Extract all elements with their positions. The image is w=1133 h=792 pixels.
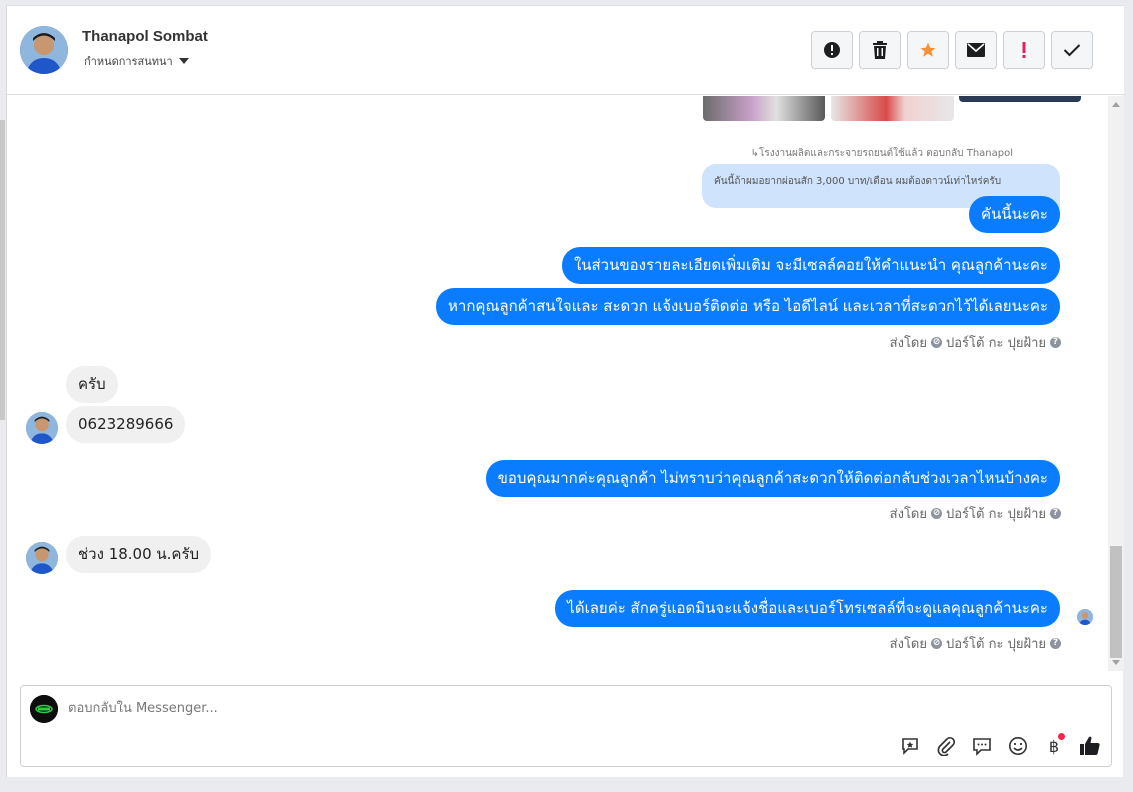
- envelope-icon: [967, 43, 985, 57]
- attach-button[interactable]: [935, 735, 957, 757]
- reply-context-label: ↳โรงงานผลิตและกระจายรถยนต์ใช้แล้ว ตอบกลั…: [750, 148, 1013, 159]
- seen-avatar: [1077, 609, 1093, 625]
- mark-spam-button[interactable]: [811, 31, 853, 69]
- message-bubble-incoming[interactable]: 0623289666: [66, 406, 186, 443]
- chat-bubble-icon: [973, 738, 991, 756]
- contact-avatar-small[interactable]: [26, 412, 58, 444]
- baht-payment-icon: ฿: [1048, 736, 1060, 756]
- page-avatar: [30, 695, 58, 723]
- saved-reply-icon: [902, 738, 918, 755]
- conversation-header: Thanapol Sombat กำหนดการสนทนา: [7, 6, 1124, 95]
- message-bubble-incoming[interactable]: ครับ: [66, 366, 118, 403]
- message-bubble-outgoing[interactable]: หากคุณลูกค้าสนใจและ สะดวก แจ้งเบอร์ติดต่…: [436, 288, 1060, 325]
- attachment-icon: [937, 736, 956, 756]
- reply-input[interactable]: [68, 696, 768, 720]
- attached-image[interactable]: [959, 96, 1081, 102]
- delete-button[interactable]: [859, 31, 901, 69]
- message-bubble-incoming[interactable]: ช่วง 18.00 น.ครับ: [66, 536, 212, 573]
- blocked-icon: ⊘: [931, 638, 942, 649]
- chat-template-button[interactable]: [971, 735, 993, 757]
- message-scrollbar[interactable]: [1108, 96, 1124, 671]
- check-icon: [1063, 44, 1081, 57]
- contact-avatar-small[interactable]: [26, 542, 58, 574]
- scroll-thumb[interactable]: [1110, 546, 1122, 658]
- help-icon[interactable]: ?: [1050, 508, 1061, 519]
- message-bubble-outgoing[interactable]: ขอบคุณมากค่ะคุณลูกค้า ไม่ทราบว่าคุณลูกค้…: [485, 460, 1060, 497]
- assign-label: กำหนดการสนทนา: [84, 55, 173, 68]
- saved-reply-button[interactable]: [899, 735, 921, 757]
- attached-image[interactable]: [703, 96, 825, 121]
- scroll-down-arrow-icon[interactable]: [1112, 660, 1120, 665]
- composer-toolbar: ฿: [899, 733, 1101, 757]
- sent-by-prefix: ส่งโดย: [889, 336, 927, 351]
- help-icon[interactable]: ?: [1050, 638, 1061, 649]
- conversation-panel: Thanapol Sombat กำหนดการสนทนา ↳โรงงานผลิ…: [6, 5, 1124, 777]
- sent-by-name: ปอร์โต้ กะ ปุยฝ้าย: [946, 507, 1046, 522]
- like-button[interactable]: [1079, 735, 1101, 757]
- sent-by-name: ปอร์โต้ กะ ปุยฝ้าย: [946, 637, 1046, 652]
- conversation-toolbar: [811, 31, 1093, 69]
- help-icon[interactable]: ?: [1050, 337, 1061, 348]
- sent-by-prefix: ส่งโดย: [889, 637, 927, 652]
- star-button[interactable]: [907, 31, 949, 69]
- exclamation-icon: [1022, 42, 1026, 58]
- mark-done-button[interactable]: [1051, 31, 1093, 69]
- sent-by-label: ส่งโดย ⊘ ปอร์โต้ กะ ปุยฝ้าย ?: [890, 332, 1061, 353]
- message-bubble-outgoing[interactable]: คันนี้นะคะ: [969, 196, 1060, 233]
- sent-by-label: ส่งโดย ⊘ ปอร์โต้ กะ ปุยฝ้าย ?: [890, 503, 1061, 524]
- attached-image[interactable]: [831, 96, 954, 121]
- contact-name[interactable]: Thanapol Sombat: [82, 28, 208, 45]
- trash-icon: [873, 41, 887, 59]
- sent-by-label: ส่งโดย ⊘ ปอร์โต้ กะ ปุยฝ้าย ?: [890, 633, 1061, 654]
- emoji-button[interactable]: [1007, 735, 1029, 757]
- message-bubble-outgoing[interactable]: ได้เลยค่ะ สักครู่แอดมินจะแจ้งชื่อและเบอร…: [555, 590, 1060, 627]
- sent-by-prefix: ส่งโดย: [889, 507, 927, 522]
- payment-button[interactable]: ฿: [1043, 733, 1065, 757]
- assign-conversation-dropdown[interactable]: กำหนดการสนทนา: [84, 52, 189, 70]
- notification-dot: [1058, 733, 1065, 740]
- message-bubble-outgoing[interactable]: ในส่วนของรายละเอียดเพิ่มเติม จะมีเซลล์คอ…: [561, 247, 1060, 284]
- left-edge-strip: [0, 120, 5, 420]
- star-icon: [920, 42, 936, 57]
- sent-by-name: ปอร์โต้ กะ ปุยฝ้าย: [946, 336, 1046, 351]
- contact-avatar[interactable]: [20, 26, 68, 74]
- blocked-icon: ⊘: [931, 508, 942, 519]
- blocked-icon: ⊘: [931, 337, 942, 348]
- emoji-icon: [1009, 737, 1027, 755]
- mark-unread-button[interactable]: [955, 31, 997, 69]
- scroll-up-arrow-icon[interactable]: [1112, 102, 1120, 107]
- caret-down-icon: [178, 58, 189, 64]
- reply-composer: ฿: [20, 685, 1112, 767]
- message-list[interactable]: ↳โรงงานผลิตและกระจายรถยนต์ใช้แล้ว ตอบกลั…: [7, 96, 1107, 671]
- mark-important-button[interactable]: [1003, 31, 1045, 69]
- exclamation-circle-icon: [824, 42, 840, 58]
- thumbs-up-icon: [1080, 736, 1100, 755]
